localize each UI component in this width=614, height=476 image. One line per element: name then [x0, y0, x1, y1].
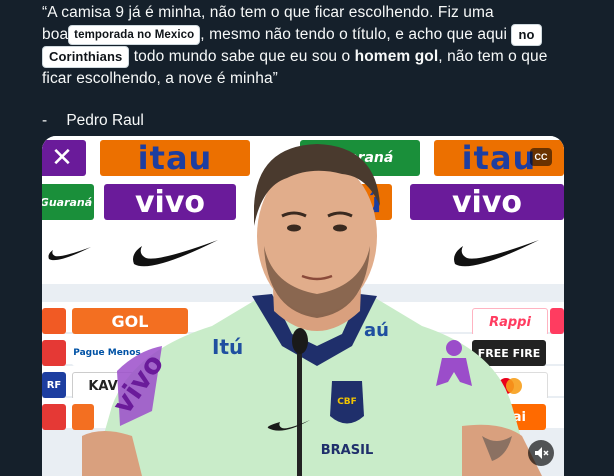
jersey-country: BRASIL	[321, 443, 373, 458]
mute-button[interactable]	[528, 440, 554, 466]
signature-dash: -	[42, 112, 48, 129]
jersey-sponsor-left: Itú	[212, 335, 243, 359]
tweet-line-2-text: , mesmo não tendo o título, e acho que a…	[200, 26, 508, 43]
tweet-line-3-text: todo mundo sabe que eu sou o	[129, 48, 355, 65]
label-temporada-no-mexico: temporada no Mexico	[68, 25, 201, 45]
tweet-text: “A camisa 9 já é minha, não tem o que fi…	[42, 2, 582, 90]
video-player[interactable]: ✕ itau Guaraná itau Guaraná vivo aú vivo…	[42, 136, 564, 476]
closed-captions-button[interactable]: CC	[530, 148, 552, 166]
tweet-line-1: “A camisa 9 já é minha, não tem o que fi…	[42, 4, 494, 21]
signature-author: Pedro Raul	[66, 112, 144, 129]
player-figure: CBF BRASIL Itú aú vivo	[82, 144, 542, 476]
tweet-line-4: ficar escolhendo, a nove é minha”	[42, 70, 278, 87]
jersey-crest-text: CBF	[337, 397, 357, 407]
speaker-muted-icon	[535, 447, 549, 459]
tweet-word-boa: boa	[42, 26, 69, 43]
signature: - Pedro Raul	[42, 112, 144, 130]
jersey-sponsor-right: aú	[364, 320, 389, 341]
tweet-line-3-end: , não tem o que	[438, 48, 548, 65]
label-no: no	[511, 24, 542, 46]
closed-captions-icon: CC	[534, 152, 548, 162]
tweet-bold-phrase: homem gol	[354, 48, 439, 65]
label-corinthians: Corinthians	[42, 46, 130, 68]
